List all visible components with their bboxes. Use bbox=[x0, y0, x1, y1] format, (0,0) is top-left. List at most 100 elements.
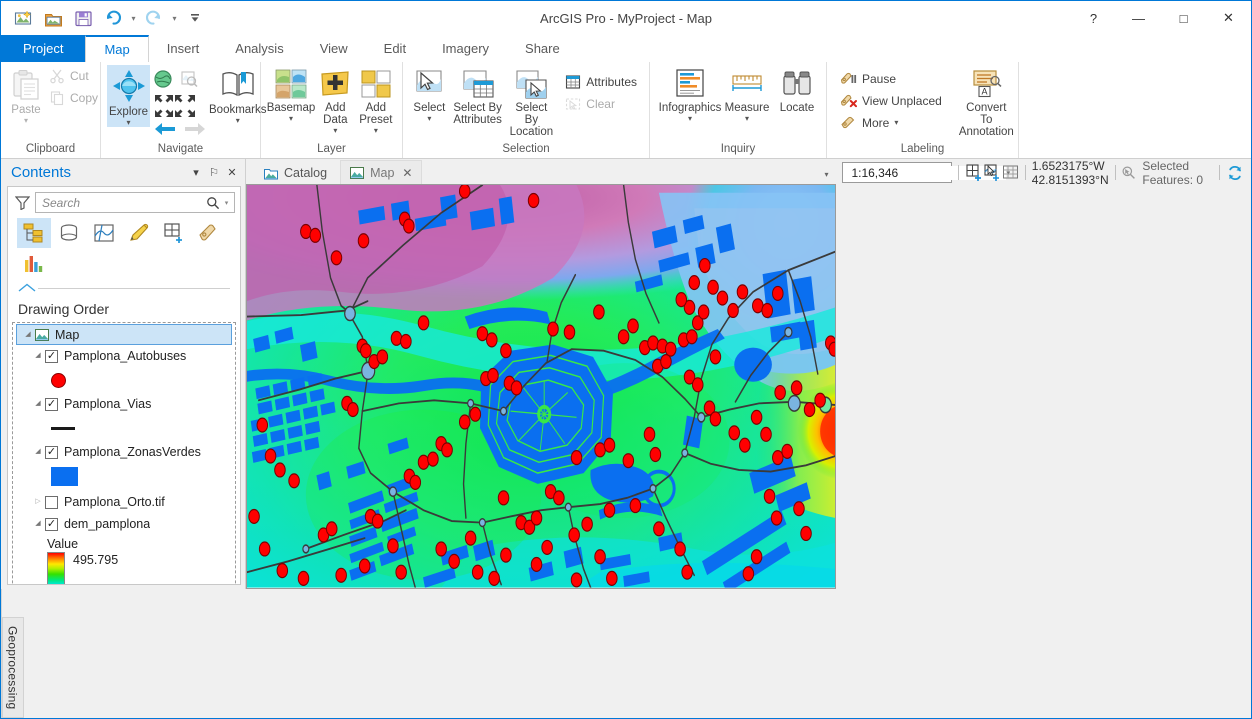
chevron-up-icon[interactable] bbox=[16, 281, 38, 293]
toc-item-pamplona-vias[interactable]: ◢ ✓ Pamplona_Vias bbox=[13, 393, 235, 415]
paste-dropdown-caret[interactable]: ▾ bbox=[24, 117, 28, 125]
map-scale-control[interactable]: ▾ bbox=[842, 162, 952, 183]
convert-to-annotation-button[interactable]: A Convert To Annotation bbox=[957, 65, 1016, 138]
pane-menu-icon[interactable]: ▾ bbox=[187, 163, 205, 183]
customize-qat-icon[interactable] bbox=[181, 5, 209, 31]
map-graphics[interactable] bbox=[247, 185, 835, 588]
maximize-button[interactable]: □ bbox=[1161, 1, 1206, 35]
measure-button[interactable]: Measure ▾ bbox=[721, 65, 773, 123]
attributes-button[interactable]: Attributes bbox=[562, 71, 643, 93]
add-data-dropdown-caret[interactable]: ▾ bbox=[333, 127, 337, 135]
bookmarks-button[interactable]: Bookmarks ▾ bbox=[207, 65, 269, 125]
fixed-zoom-in-icon[interactable] bbox=[179, 69, 199, 92]
layer-checkbox[interactable]: ✓ bbox=[45, 350, 58, 363]
view-tabs-overflow-caret[interactable]: ▾ bbox=[824, 170, 828, 179]
view-unplaced-button[interactable]: View Unplaced bbox=[837, 90, 948, 112]
search-input[interactable] bbox=[42, 196, 204, 210]
full-extent-icon[interactable] bbox=[153, 69, 173, 92]
copy-button[interactable]: Copy bbox=[46, 87, 104, 109]
tab-map-view[interactable]: Map ✕ bbox=[340, 160, 422, 184]
tab-insert[interactable]: Insert bbox=[149, 35, 218, 62]
explore-button[interactable]: Explore ▾ bbox=[107, 65, 150, 127]
select-by-location-button[interactable]: Select By Location bbox=[505, 65, 557, 138]
search-icon[interactable] bbox=[204, 196, 221, 210]
help-button[interactable]: ? bbox=[1071, 1, 1116, 35]
explore-dropdown-caret[interactable]: ▾ bbox=[126, 119, 130, 127]
tab-project[interactable]: Project bbox=[1, 35, 85, 62]
add-preset-dropdown-caret[interactable]: ▾ bbox=[374, 127, 378, 135]
more-dropdown-caret[interactable]: ▾ bbox=[894, 119, 898, 127]
cut-button[interactable]: Cut bbox=[46, 65, 104, 87]
pane-close-icon[interactable]: ✕ bbox=[223, 163, 241, 183]
tab-imagery[interactable]: Imagery bbox=[424, 35, 507, 62]
paste-button[interactable]: Paste ▾ bbox=[7, 65, 45, 125]
layer-checkbox[interactable]: ✓ bbox=[45, 446, 58, 459]
toc-item-map[interactable]: ◢ Map bbox=[16, 324, 232, 345]
toc-item-dem-pamplona[interactable]: ◢ ✓ dem_pamplona bbox=[13, 513, 235, 535]
collapse-arrow-icon[interactable]: ▷ bbox=[31, 497, 45, 507]
expand-arrow-icon[interactable]: ◢ bbox=[21, 330, 35, 340]
close-button[interactable]: ✕ bbox=[1206, 1, 1251, 35]
infographics-button[interactable]: Infographics ▾ bbox=[660, 65, 720, 123]
expand-arrow-icon[interactable]: ◢ bbox=[31, 351, 45, 361]
select-by-attributes-button[interactable]: Select By Attributes bbox=[451, 65, 505, 126]
add-data-button[interactable]: Add Data ▾ bbox=[316, 65, 355, 135]
tab-edit[interactable]: Edit bbox=[366, 35, 424, 62]
select-dropdown-caret[interactable]: ▾ bbox=[427, 115, 431, 123]
list-by-data-source-icon[interactable] bbox=[52, 218, 86, 248]
search-input-wrapper[interactable]: ▾ bbox=[35, 192, 235, 213]
expand-arrow-icon[interactable]: ◢ bbox=[31, 399, 45, 409]
tab-catalog[interactable]: Catalog bbox=[254, 161, 337, 184]
basemap-dropdown-caret[interactable]: ▾ bbox=[289, 115, 293, 123]
list-by-labeling-icon[interactable] bbox=[192, 218, 226, 248]
basemap-button[interactable]: Basemap ▾ bbox=[267, 65, 315, 123]
infographics-dropdown-caret[interactable]: ▾ bbox=[688, 115, 692, 123]
measure-dropdown-caret[interactable]: ▾ bbox=[745, 115, 749, 123]
layer-checkbox[interactable]: ✓ bbox=[45, 398, 58, 411]
toc-item-pamplona-autobuses[interactable]: ◢ ✓ Pamplona_Autobuses bbox=[13, 345, 235, 367]
tab-analysis[interactable]: Analysis bbox=[217, 35, 301, 62]
next-extent-icon[interactable] bbox=[184, 121, 206, 140]
close-icon[interactable]: ✕ bbox=[402, 166, 412, 180]
tab-share[interactable]: Share bbox=[507, 35, 578, 62]
layer-checkbox[interactable] bbox=[45, 496, 58, 509]
undo-dropdown-caret[interactable]: ▾ bbox=[129, 14, 138, 23]
filter-icon[interactable] bbox=[13, 195, 31, 210]
select-snapping-icon[interactable] bbox=[983, 162, 1001, 184]
add-preset-button[interactable]: Add Preset ▾ bbox=[356, 65, 396, 135]
pane-pin-icon[interactable]: ⚐ bbox=[205, 163, 223, 183]
list-by-drawing-order-icon[interactable] bbox=[17, 218, 51, 248]
geoprocessing-pane-tab[interactable]: Geoprocessing bbox=[2, 617, 24, 718]
list-by-snapping-icon[interactable] bbox=[157, 218, 191, 248]
show-grid-icon[interactable] bbox=[1001, 162, 1019, 184]
pause-labeling-button[interactable]: Pause bbox=[837, 68, 948, 90]
toc-item-pamplona-orto[interactable]: ▷ Pamplona_Orto.tif bbox=[13, 491, 235, 513]
map-view[interactable] bbox=[246, 184, 836, 589]
add-grid-icon[interactable] bbox=[965, 162, 983, 184]
refresh-icon[interactable] bbox=[1227, 165, 1243, 181]
select-button[interactable]: Select ▾ bbox=[409, 65, 450, 123]
open-project-icon[interactable] bbox=[39, 5, 67, 31]
list-by-charts-icon[interactable] bbox=[17, 249, 51, 279]
toc-item-pamplona-zonasverdes[interactable]: ◢ ✓ Pamplona_ZonasVerdes bbox=[13, 441, 235, 463]
map-canvas[interactable] bbox=[247, 185, 835, 588]
tab-view[interactable]: View bbox=[302, 35, 366, 62]
clear-selection-button[interactable]: Clear bbox=[562, 93, 643, 115]
search-options-caret[interactable]: ▾ bbox=[221, 199, 232, 207]
previous-extent-icon[interactable] bbox=[154, 121, 176, 140]
list-by-editing-icon[interactable] bbox=[122, 218, 156, 248]
expand-arrow-icon[interactable]: ◢ bbox=[31, 519, 45, 529]
new-project-icon[interactable] bbox=[9, 5, 37, 31]
redo-icon[interactable] bbox=[140, 5, 168, 31]
navigate-arrows-icon[interactable] bbox=[153, 93, 195, 119]
expand-arrow-icon[interactable]: ◢ bbox=[31, 447, 45, 457]
more-labeling-button[interactable]: More ▾ bbox=[837, 112, 948, 134]
bookmarks-dropdown-caret[interactable]: ▾ bbox=[236, 117, 240, 125]
minimize-button[interactable]: — bbox=[1116, 1, 1161, 35]
list-by-selection-icon[interactable] bbox=[87, 218, 121, 248]
undo-icon[interactable] bbox=[99, 5, 127, 31]
tab-map[interactable]: Map bbox=[85, 35, 148, 62]
layer-checkbox[interactable]: ✓ bbox=[45, 518, 58, 531]
redo-dropdown-caret[interactable]: ▾ bbox=[170, 14, 179, 23]
locate-button[interactable]: Locate bbox=[774, 65, 820, 114]
